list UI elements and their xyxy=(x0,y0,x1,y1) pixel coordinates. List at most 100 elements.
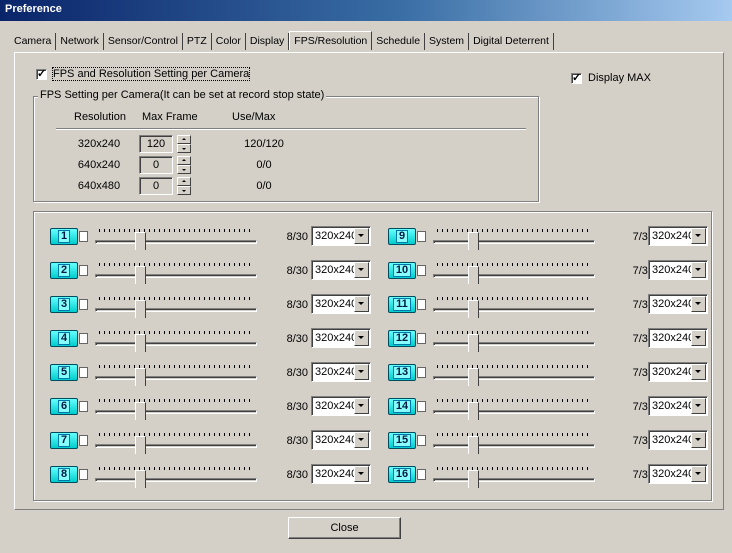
spin-up-icon[interactable] xyxy=(177,156,191,165)
slider-track xyxy=(433,274,595,278)
tab-schedule[interactable]: Schedule xyxy=(372,32,426,50)
fps-slider[interactable] xyxy=(433,463,595,493)
slider-ticks xyxy=(99,467,253,470)
fps-slider[interactable] xyxy=(433,259,595,289)
chevron-down-icon[interactable] xyxy=(691,262,706,278)
fps-slider[interactable] xyxy=(433,395,595,425)
tab-display[interactable]: Display xyxy=(246,32,290,50)
resolution-select[interactable]: 320x240 xyxy=(648,328,708,348)
slider-thumb[interactable] xyxy=(468,368,480,391)
max-frame-field[interactable]: 120 xyxy=(139,135,173,153)
chevron-down-icon[interactable] xyxy=(354,296,369,312)
spin-down-icon[interactable] xyxy=(177,186,191,195)
chevron-down-icon[interactable] xyxy=(354,330,369,346)
slider-thumb[interactable] xyxy=(468,266,480,289)
resolution-select[interactable]: 320x240 xyxy=(648,294,708,314)
spin-up-icon[interactable] xyxy=(177,177,191,186)
slider-thumb[interactable] xyxy=(135,266,147,289)
max-frame-spinner[interactable] xyxy=(177,156,191,174)
chevron-down-icon[interactable] xyxy=(691,466,706,482)
fps-value: 8/30 xyxy=(286,299,308,311)
fps-per-camera-checkbox[interactable]: FPS and Resolution Setting per Camera xyxy=(36,67,251,81)
camera-row: 4 8/30 320x240 xyxy=(50,327,371,357)
chevron-down-icon[interactable] xyxy=(691,296,706,312)
max-frame-field[interactable]: 0 xyxy=(139,177,173,195)
tab-ptz[interactable]: PTZ xyxy=(183,32,212,50)
chevron-down-icon[interactable] xyxy=(354,466,369,482)
camera-number: 7 xyxy=(57,434,71,447)
slider-thumb[interactable] xyxy=(135,368,147,391)
tab-system[interactable]: System xyxy=(425,32,470,50)
chevron-down-icon[interactable] xyxy=(691,228,706,244)
tab-color[interactable]: Color xyxy=(212,32,246,50)
slider-thumb[interactable] xyxy=(468,232,480,255)
resolution-select[interactable]: 320x240 xyxy=(648,226,708,246)
fps-slider[interactable] xyxy=(433,361,595,391)
fps-slider[interactable] xyxy=(433,293,595,323)
chevron-down-icon[interactable] xyxy=(691,398,706,414)
resolution-select[interactable]: 320x240 xyxy=(648,430,708,450)
slider-thumb[interactable] xyxy=(468,402,480,425)
resolution-select[interactable]: 320x240 xyxy=(311,464,371,484)
slider-thumb[interactable] xyxy=(135,436,147,459)
chevron-down-icon[interactable] xyxy=(691,330,706,346)
max-frame-spinner[interactable] xyxy=(177,135,191,153)
fps-slider[interactable] xyxy=(95,395,257,425)
resolution-select[interactable]: 320x240 xyxy=(311,294,371,314)
spin-up-icon[interactable] xyxy=(177,135,191,144)
slider-track xyxy=(433,376,595,380)
chevron-down-icon[interactable] xyxy=(691,432,706,448)
tab-fps-resolution[interactable]: FPS/Resolution xyxy=(289,30,373,50)
tab-digital-deterrent[interactable]: Digital Deterrent xyxy=(469,32,554,50)
slider-thumb[interactable] xyxy=(135,470,147,493)
fps-slider[interactable] xyxy=(95,225,257,255)
fps-slider[interactable] xyxy=(95,259,257,289)
slider-thumb[interactable] xyxy=(468,470,480,493)
fps-slider[interactable] xyxy=(95,327,257,357)
fps-slider[interactable] xyxy=(433,429,595,459)
fps-slider[interactable] xyxy=(433,225,595,255)
resolution-select[interactable]: 320x240 xyxy=(648,260,708,280)
resolution-select[interactable]: 320x240 xyxy=(311,328,371,348)
resolution-select[interactable]: 320x240 xyxy=(311,260,371,280)
slider-thumb[interactable] xyxy=(468,300,480,323)
resolution-select[interactable]: 320x240 xyxy=(311,430,371,450)
close-button[interactable]: Close xyxy=(288,517,401,539)
max-frame-field[interactable]: 0 xyxy=(139,156,173,174)
chevron-down-icon[interactable] xyxy=(691,364,706,380)
slider-thumb[interactable] xyxy=(135,232,147,255)
chevron-down-icon[interactable] xyxy=(354,432,369,448)
chevron-down-icon[interactable] xyxy=(354,364,369,380)
fps-slider[interactable] xyxy=(95,361,257,391)
resolution-select[interactable]: 320x240 xyxy=(648,362,708,382)
slider-thumb[interactable] xyxy=(468,436,480,459)
tab-camera[interactable]: Camera xyxy=(10,32,57,50)
slider-thumb[interactable] xyxy=(135,402,147,425)
resolution-select[interactable]: 320x240 xyxy=(648,464,708,484)
chevron-down-icon[interactable] xyxy=(354,398,369,414)
fps-slider[interactable] xyxy=(95,293,257,323)
camera-icon: 7 xyxy=(50,432,90,450)
fps-slider[interactable] xyxy=(433,327,595,357)
display-max-checkbox[interactable]: Display MAX xyxy=(571,71,651,84)
resolution-select[interactable]: 320x240 xyxy=(311,362,371,382)
resolution-select[interactable]: 320x240 xyxy=(311,226,371,246)
camera-row: 11 7/30 320x240 xyxy=(388,293,708,323)
spin-down-icon[interactable] xyxy=(177,144,191,153)
fps-slider[interactable] xyxy=(95,463,257,493)
max-frame-spinner[interactable] xyxy=(177,177,191,195)
camera-row: 12 7/30 320x240 xyxy=(388,327,708,357)
camera-icon: 4 xyxy=(50,330,90,348)
chevron-down-icon[interactable] xyxy=(354,228,369,244)
tab-sensor-control[interactable]: Sensor/Control xyxy=(104,32,183,50)
slider-thumb[interactable] xyxy=(468,334,480,357)
tab-network[interactable]: Network xyxy=(56,32,104,50)
spin-down-icon[interactable] xyxy=(177,165,191,174)
slider-thumb[interactable] xyxy=(135,300,147,323)
resolution-select[interactable]: 320x240 xyxy=(311,396,371,416)
resolution-select[interactable]: 320x240 xyxy=(648,396,708,416)
chevron-down-icon[interactable] xyxy=(354,262,369,278)
fps-value: 8/30 xyxy=(286,435,308,447)
fps-slider[interactable] xyxy=(95,429,257,459)
slider-thumb[interactable] xyxy=(135,334,147,357)
